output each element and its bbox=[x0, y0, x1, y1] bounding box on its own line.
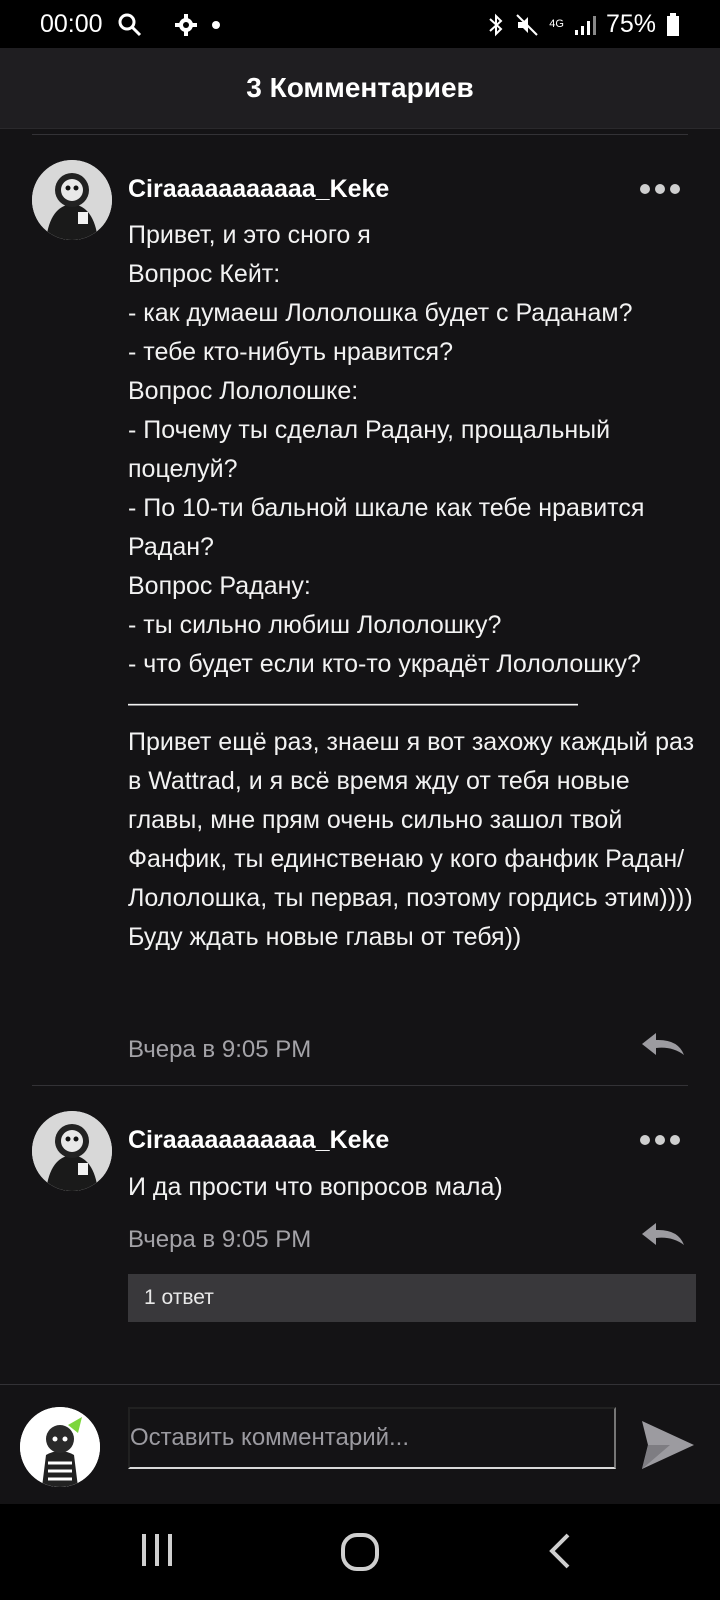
comment-timestamp: Вчера в 9:05 PM bbox=[128, 1036, 312, 1063]
search-icon bbox=[117, 12, 143, 38]
reply-arrow-icon[interactable] bbox=[640, 1221, 686, 1252]
battery-icon bbox=[666, 12, 680, 37]
notification-dot-icon bbox=[211, 20, 221, 30]
comment-text: И да прости что вопросов мала) bbox=[128, 1173, 503, 1201]
more-dots-icon[interactable] bbox=[640, 1135, 680, 1145]
more-dots-icon[interactable] bbox=[640, 184, 680, 194]
replies-count-label: 1 ответ bbox=[144, 1286, 214, 1309]
reply-arrow-icon[interactable] bbox=[640, 1031, 686, 1062]
status-bar: 00:00 4G 75% bbox=[0, 0, 720, 48]
mute-icon bbox=[515, 13, 539, 37]
page-title: 3 Комментариев bbox=[246, 72, 474, 103]
divider bbox=[32, 134, 688, 135]
comment-timestamp: Вчера в 9:05 PM bbox=[128, 1226, 312, 1253]
divider bbox=[32, 1085, 688, 1086]
avatar[interactable] bbox=[32, 1111, 112, 1191]
network-type-label: 4G bbox=[549, 18, 564, 30]
recents-icon[interactable] bbox=[140, 1532, 174, 1573]
status-time: 00:00 bbox=[40, 10, 103, 38]
network-type-icon: 4G bbox=[549, 19, 564, 30]
comment-author[interactable]: Ciraaaaaaaaaaa_Keke bbox=[128, 175, 389, 204]
comment-input[interactable] bbox=[128, 1407, 616, 1469]
comment-author[interactable]: Ciraaaaaaaaaaa_Keke bbox=[128, 1126, 389, 1155]
view-replies-button[interactable]: 1 ответ bbox=[128, 1274, 696, 1322]
settings-gear-icon bbox=[174, 13, 197, 36]
system-nav-bar bbox=[0, 1504, 720, 1600]
battery-percent: 75% bbox=[605, 10, 656, 38]
bluetooth-icon bbox=[487, 13, 505, 37]
comments-header: 3 Комментариев bbox=[0, 48, 720, 129]
signal-icon bbox=[574, 14, 596, 36]
avatar[interactable] bbox=[32, 160, 112, 240]
home-icon[interactable] bbox=[340, 1532, 380, 1577]
send-icon[interactable] bbox=[640, 1419, 696, 1476]
user-avatar bbox=[20, 1407, 100, 1487]
back-icon[interactable] bbox=[548, 1532, 572, 1575]
comment-text: Привет, и это сного я Вопрос Кейт: - как… bbox=[128, 221, 695, 951]
comment-composer bbox=[0, 1384, 720, 1505]
